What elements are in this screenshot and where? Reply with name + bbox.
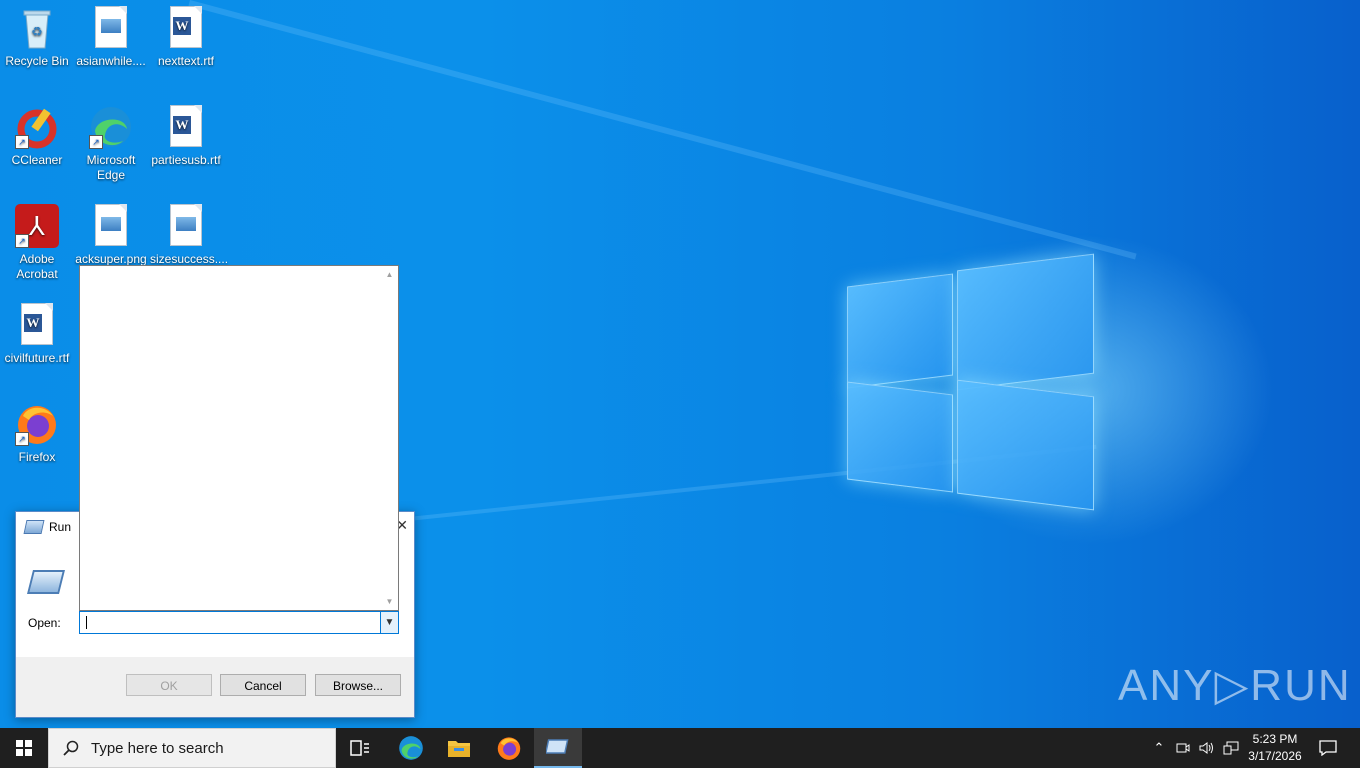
desktop-icon-nexttext[interactable]: W nexttext.rtf [150,0,222,69]
cancel-button[interactable]: Cancel [220,674,306,696]
image-file-icon [164,204,208,248]
run-icon [23,520,45,534]
desktop-icon-label: partiesusb.rtf [151,153,221,167]
speaker-icon [1199,742,1213,754]
ccleaner-icon: ↗ [15,105,59,149]
scroll-down-icon[interactable]: ▼ [381,593,398,610]
taskbar-firefox[interactable] [485,728,533,768]
task-view-icon [350,740,369,756]
task-view-button[interactable] [336,728,384,768]
desktop-icon-label: Recycle Bin [5,54,69,68]
image-file-icon [89,204,133,248]
wallpaper-beam [188,0,1137,260]
text-caret [86,616,87,629]
firefox-icon [497,737,521,760]
volume-button[interactable] [1198,728,1216,768]
start-button[interactable] [0,728,48,768]
taskbar-edge[interactable] [387,728,435,768]
file-explorer-icon [448,741,470,757]
image-file-icon [89,6,133,50]
action-center-button[interactable] [1316,728,1340,768]
desktop-icon-label: Microsoft Edge [86,153,136,182]
run-program-icon [27,570,65,594]
notification-icon [1319,740,1337,756]
ok-button[interactable]: OK [126,674,212,696]
windows-logo-pane [957,253,1094,391]
network-icon [1223,741,1239,755]
word-document-icon: W [164,105,208,149]
clock-date: 3/17/2026 [1248,749,1302,763]
desktop-icon-acksuper[interactable]: acksuper.png [75,198,147,267]
camera-icon [1176,743,1190,753]
search-icon [63,740,79,756]
clock-time: 5:23 PM [1252,732,1298,746]
taskbar: Type here to search ⌃ 5:23 PM 3/17/2026 [0,728,1360,768]
browse-button[interactable]: Browse... [315,674,401,696]
edge-icon: ↗ [89,105,133,149]
word-document-icon: W [15,303,59,347]
taskbar-file-explorer[interactable] [435,728,483,768]
recycle-bin-icon: ♻ [15,6,59,50]
desktop-icon-label: Adobe Acrobat [16,252,58,281]
taskbar-search-box[interactable]: Type here to search [48,728,336,768]
windows-logo-pane [957,379,1094,511]
desktop-icon-firefox[interactable]: ↗ Firefox [1,396,73,465]
desktop-icon-ccleaner[interactable]: ↗ CCleaner [1,99,73,168]
chevron-down-icon[interactable]: ▼ [380,612,398,633]
desktop-icon-label: CCleaner [11,153,63,167]
taskbar-run-active[interactable] [534,728,582,768]
desktop-icon-civilfuture[interactable]: W civilfuture.rtf [1,297,73,366]
desktop-icon-partiesusb[interactable]: W partiesusb.rtf [150,99,222,168]
desktop-icon-label: Firefox [18,450,56,464]
word-document-icon: W [164,6,208,50]
chevron-up-icon: ⌃ [1153,740,1165,755]
run-dialog-title: Run [49,520,72,534]
open-label: Open: [28,616,61,630]
run-icon [546,739,569,754]
desktop-icon-asianwhile[interactable]: asianwhile.... [75,0,147,69]
taskbar-clock[interactable]: 5:23 PM 3/17/2026 [1238,731,1312,765]
dropdown-scrollbar[interactable]: ▲ ▼ [381,266,398,610]
svg-text:♻: ♻ [31,24,43,39]
show-hidden-icons-button[interactable]: ⌃ [1150,728,1168,768]
windows-start-icon [16,740,32,756]
scroll-up-icon[interactable]: ▲ [381,266,398,283]
meet-now-button[interactable] [1174,728,1192,768]
acrobat-icon: ⅄ ↗ [15,204,59,248]
desktop-icon-edge[interactable]: ↗ Microsoft Edge [75,99,147,183]
firefox-icon: ↗ [15,402,59,446]
anyrun-watermark: ANY▷RUN [1118,661,1352,710]
desktop-icon-label: nexttext.rtf [157,54,215,68]
desktop-icon-sizesuccess[interactable]: sizesuccess.... [150,198,228,267]
windows-logo-pane [847,381,953,493]
desktop-icon-recycle-bin[interactable]: ♻ Recycle Bin [1,0,73,69]
desktop-icon-adobe-acrobat[interactable]: ⅄ ↗ Adobe Acrobat [1,198,73,282]
open-input[interactable]: ▼ [79,611,399,634]
windows-logo-pane [847,273,953,389]
edge-icon [399,736,423,760]
search-placeholder: Type here to search [91,739,224,757]
desktop-icon-label: civilfuture.rtf [4,351,70,365]
desktop-icon-label: asianwhile.... [76,54,146,68]
open-history-dropdown[interactable]: ▲ ▼ [79,265,399,611]
